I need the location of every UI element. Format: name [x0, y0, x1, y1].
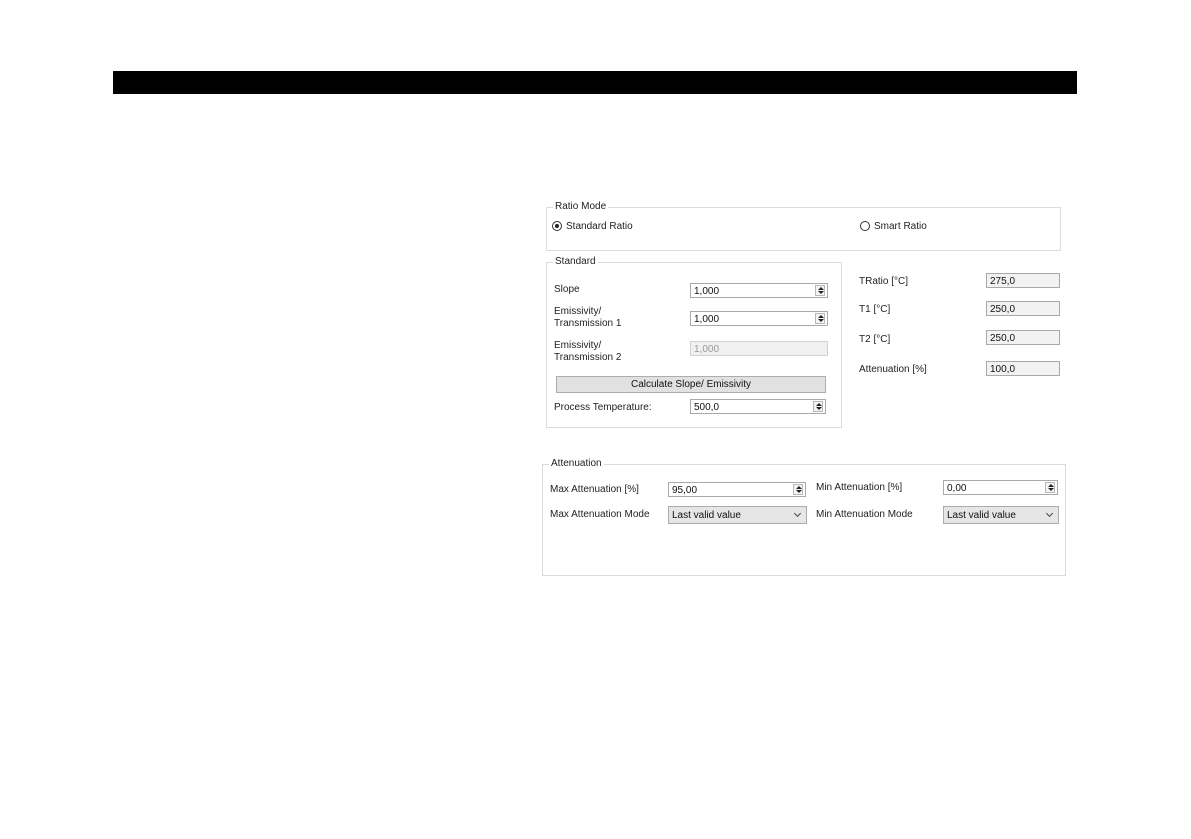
chevron-down-icon[interactable] — [1045, 509, 1054, 518]
t1-value: 250,0 — [990, 304, 1016, 315]
emissivity1-label-line1: Emissivity/ — [554, 306, 602, 317]
ratio-mode-title: Ratio Mode — [553, 201, 609, 213]
max-attenuation-mode-value: Last valid value — [672, 510, 741, 521]
emissivity1-label-line2: Transmission 1 — [554, 318, 622, 329]
tratio-field: 275,0 — [986, 273, 1060, 288]
process-temperature-spinbox[interactable]: 500,0 — [690, 399, 826, 414]
tratio-value: 275,0 — [990, 276, 1016, 287]
t2-value: 250,0 — [990, 333, 1016, 344]
radio-selected-dot — [555, 224, 559, 228]
spin-up-icon[interactable] — [818, 287, 824, 290]
max-attenuation-value: 95,00 — [672, 485, 698, 496]
min-attenuation-spinbox[interactable]: 0,00 — [943, 480, 1058, 495]
t2-label: T2 [°C] — [859, 334, 891, 345]
attenuation-readout-field: 100,0 — [986, 361, 1060, 376]
spin-up-icon[interactable] — [816, 403, 822, 406]
emissivity2-label-line1: Emissivity/ — [554, 340, 602, 351]
attenuation-readout-label: Attenuation [%] — [859, 364, 927, 375]
emissivity2-field: 1,000 — [690, 341, 828, 356]
slope-label: Slope — [554, 284, 580, 295]
min-attenuation-spin-arrows[interactable] — [1045, 482, 1055, 493]
standard-ratio-radio[interactable] — [552, 221, 562, 231]
max-attenuation-spinbox[interactable]: 95,00 — [668, 482, 806, 497]
slope-spinbox[interactable]: 1,000 — [690, 283, 828, 298]
emissivity1-spinbox[interactable]: 1,000 — [690, 311, 828, 326]
emissivity1-spin-arrows[interactable] — [815, 313, 825, 324]
emissivity2-value: 1,000 — [694, 344, 720, 355]
min-attenuation-mode-dropdown[interactable]: Last valid value — [943, 506, 1059, 524]
spin-down-icon[interactable] — [1048, 488, 1054, 491]
slope-value: 1,000 — [694, 286, 720, 297]
emissivity1-value: 1,000 — [694, 314, 720, 325]
t2-field: 250,0 — [986, 330, 1060, 345]
max-attenuation-mode-label: Max Attenuation Mode — [550, 509, 650, 520]
max-attenuation-label: Max Attenuation [%] — [550, 484, 639, 495]
min-attenuation-mode-label: Min Attenuation Mode — [816, 509, 913, 520]
max-attenuation-mode-dropdown[interactable]: Last valid value — [668, 506, 807, 524]
t1-field: 250,0 — [986, 301, 1060, 316]
tratio-label: TRatio [°C] — [859, 276, 909, 287]
spin-down-icon[interactable] — [818, 319, 824, 322]
spin-down-icon[interactable] — [796, 490, 802, 493]
emissivity2-label-line2: Transmission 2 — [554, 352, 622, 363]
attenuation-readout-value: 100,0 — [990, 364, 1016, 375]
spin-up-icon[interactable] — [796, 486, 802, 489]
min-attenuation-mode-value: Last valid value — [947, 510, 1016, 521]
top-black-bar — [113, 71, 1077, 94]
standard-title: Standard — [553, 256, 598, 268]
spin-down-icon[interactable] — [816, 407, 822, 410]
spin-down-icon[interactable] — [818, 291, 824, 294]
t1-label: T1 [°C] — [859, 304, 891, 315]
slope-spin-arrows[interactable] — [815, 285, 825, 296]
smart-ratio-label[interactable]: Smart Ratio — [874, 221, 927, 232]
chevron-down-icon[interactable] — [793, 509, 802, 518]
attenuation-title: Attenuation — [549, 458, 604, 470]
spin-up-icon[interactable] — [818, 315, 824, 318]
max-attenuation-spin-arrows[interactable] — [793, 484, 803, 495]
min-attenuation-label: Min Attenuation [%] — [816, 482, 903, 493]
process-temperature-label: Process Temperature: — [554, 402, 652, 413]
process-temperature-spin-arrows[interactable] — [813, 401, 823, 412]
min-attenuation-value: 0,00 — [947, 483, 967, 494]
process-temperature-value: 500,0 — [694, 402, 720, 413]
calculate-slope-emissivity-button[interactable]: Calculate Slope/ Emissivity — [556, 376, 826, 393]
spin-up-icon[interactable] — [1048, 484, 1054, 487]
smart-ratio-radio[interactable] — [860, 221, 870, 231]
standard-ratio-label[interactable]: Standard Ratio — [566, 221, 633, 232]
